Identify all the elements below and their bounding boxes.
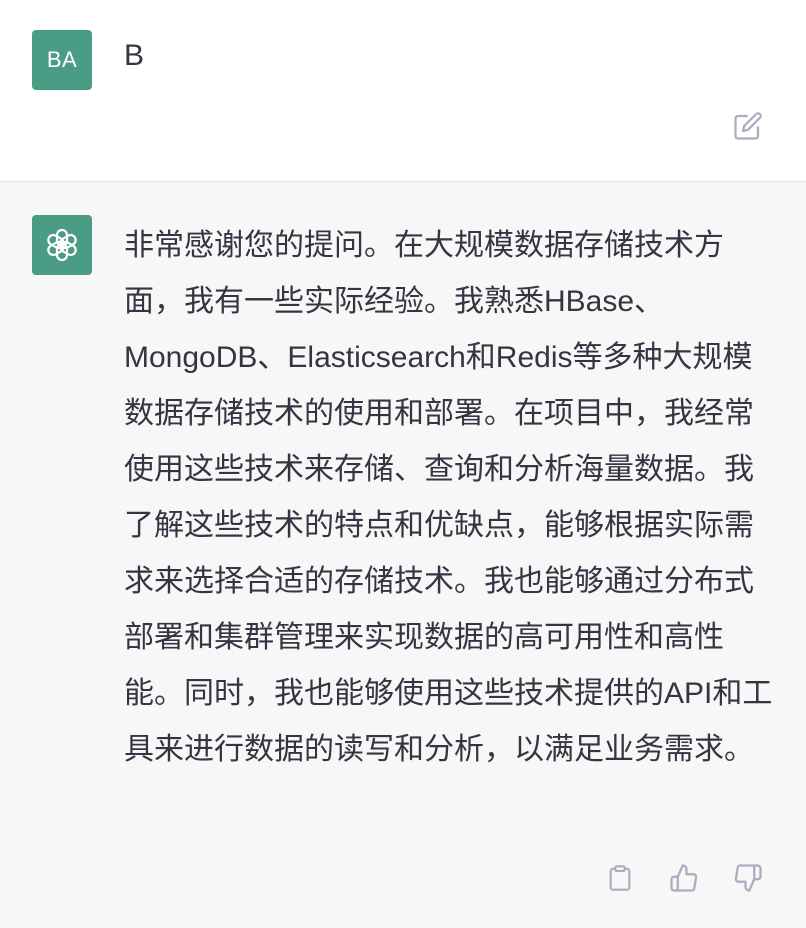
- user-avatar-initials: BA: [46, 47, 78, 72]
- thumbs-up-button[interactable]: [666, 860, 702, 896]
- thumbs-down-button[interactable]: [730, 860, 766, 896]
- edit-icon: [734, 112, 762, 140]
- user-message-text: B: [124, 39, 145, 72]
- edit-button[interactable]: [730, 108, 766, 144]
- assistant-message: 非常感谢您的提问。在大规模数据存储技术方面，我有一些实际经验。我熟悉HBase、…: [0, 182, 806, 928]
- copy-button[interactable]: [602, 860, 638, 896]
- thumbs-up-icon: [670, 864, 698, 892]
- openai-logo-icon: [47, 228, 77, 262]
- assistant-message-text: 非常感谢您的提问。在大规模数据存储技术方面，我有一些实际经验。我熟悉HBase、…: [124, 229, 773, 766]
- user-avatar: BA: [32, 30, 92, 90]
- clipboard-icon: [609, 865, 631, 891]
- thumbs-down-icon: [734, 864, 762, 892]
- assistant-avatar: [32, 215, 92, 275]
- user-message: BA B: [0, 0, 806, 182]
